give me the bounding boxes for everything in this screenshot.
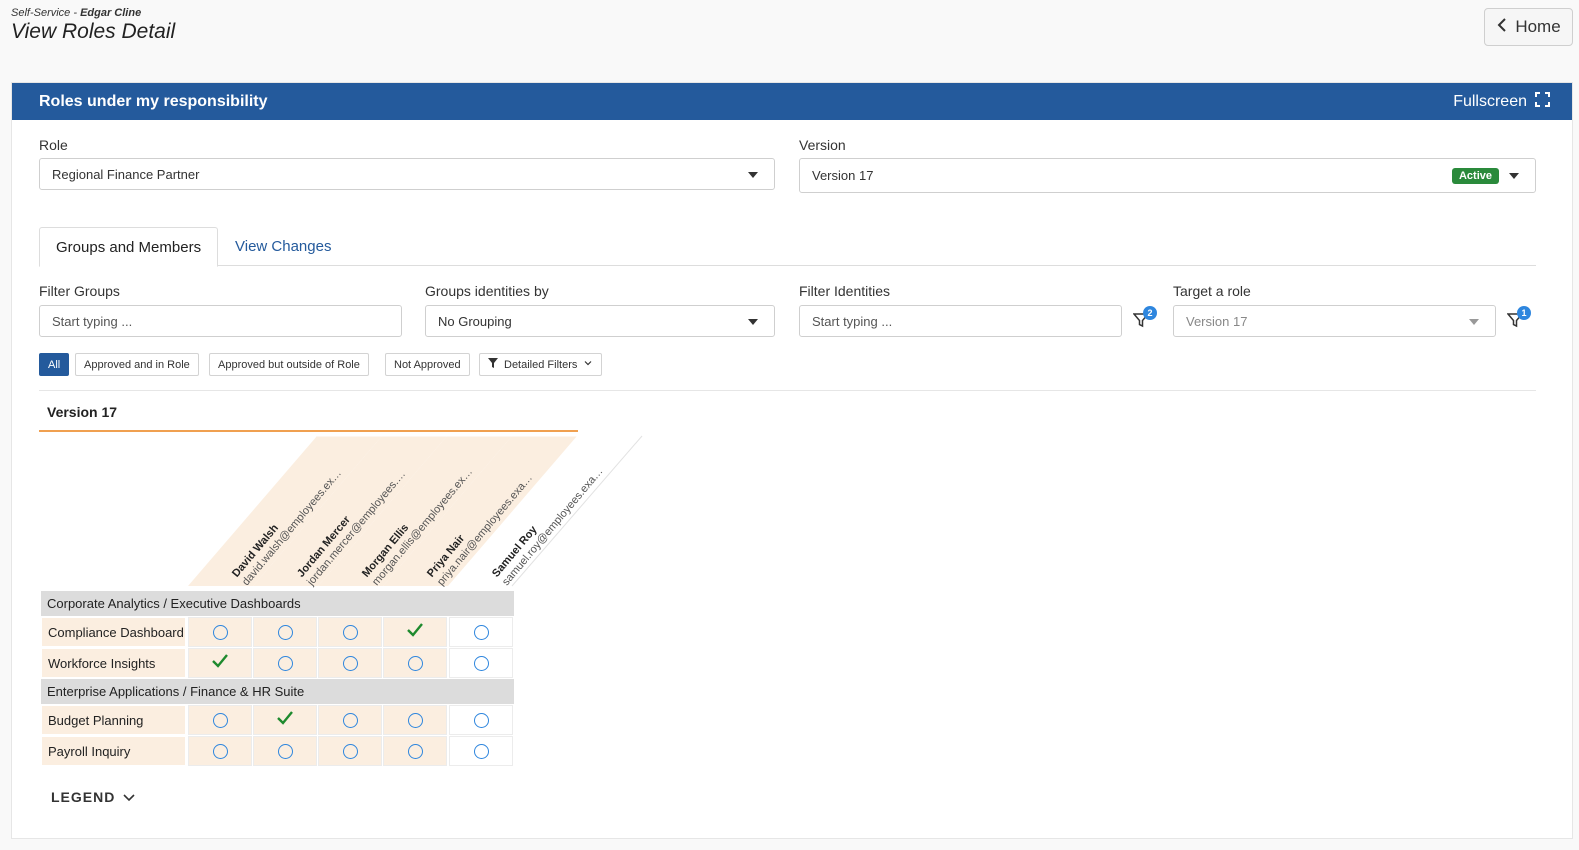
not-approved-cell[interactable] [449, 617, 513, 647]
circle-icon [473, 624, 489, 640]
top-bar: Self-Service - Edgar Cline View Roles De… [11, 7, 175, 44]
caret-down-icon [1509, 173, 1519, 179]
status-badge: Active [1451, 168, 1499, 184]
not-approved-cell[interactable] [318, 617, 382, 647]
home-button[interactable]: Home [1484, 8, 1573, 46]
entitlement-label: Budget Planning [41, 705, 186, 735]
entitlement-label: Compliance Dashboard [41, 617, 186, 647]
breadcrumb-prefix: Self-Service - [11, 7, 81, 19]
identity-filter-button[interactable]: 2 [1133, 306, 1157, 331]
target-role-select[interactable]: Version 17 [1173, 305, 1496, 337]
circle-icon [407, 655, 423, 671]
breadcrumb: Self-Service - Edgar Cline [11, 7, 175, 19]
group-row: Corporate Analytics / Executive Dashboar… [41, 591, 514, 616]
target-role-label: Target a role [1173, 283, 1251, 299]
fullscreen-button[interactable]: Fullscreen [1453, 91, 1550, 112]
circle-icon [342, 624, 358, 640]
circle-icon [407, 743, 423, 759]
filter-identities-input[interactable] [799, 305, 1122, 337]
home-button-label: Home [1515, 17, 1561, 36]
circle-icon [407, 712, 423, 728]
role-filter-button[interactable]: 1 [1507, 306, 1531, 331]
version-label: Version [799, 137, 846, 153]
chevron-left-icon [1496, 17, 1508, 37]
checkmark-icon [276, 710, 294, 731]
page-title: View Roles Detail [11, 20, 176, 43]
circle-icon [473, 655, 489, 671]
filter-count-badge: 2 [1143, 306, 1157, 320]
circle-icon [342, 743, 358, 759]
not-approved-cell[interactable] [383, 736, 447, 766]
checkmark-icon [211, 653, 229, 674]
approved-cell[interactable] [383, 617, 447, 647]
circle-icon [342, 655, 358, 671]
circle-icon [473, 743, 489, 759]
not-approved-cell[interactable] [318, 736, 382, 766]
circle-icon [473, 712, 489, 728]
circle-icon [212, 743, 228, 759]
fullscreen-label: Fullscreen [1453, 92, 1527, 110]
version-select-value: Version 17 [812, 168, 874, 183]
legend-label: LEGEND [51, 789, 116, 805]
target-role-value: Version 17 [1186, 313, 1248, 329]
filter-identities-label: Filter Identities [799, 283, 891, 299]
breadcrumb-user: Edgar Cline [80, 7, 142, 19]
circle-icon [277, 743, 293, 759]
group-row: Enterprise Applications / Finance & HR S… [41, 679, 514, 704]
circle-icon [212, 712, 228, 728]
not-approved-cell[interactable] [449, 736, 513, 766]
not-approved-cell[interactable] [253, 648, 317, 678]
roles-panel: Roles under my responsibility Fullscreen… [11, 82, 1573, 839]
not-approved-cell[interactable] [449, 705, 513, 735]
not-approved-cell[interactable] [253, 736, 317, 766]
not-approved-cell[interactable] [449, 648, 513, 678]
circle-icon [277, 655, 293, 671]
not-approved-cell[interactable] [383, 705, 447, 735]
chevron-down-icon [123, 789, 135, 805]
not-approved-cell[interactable] [253, 617, 317, 647]
circle-icon [212, 624, 228, 640]
version-select[interactable]: Version 17 Active [799, 158, 1536, 193]
not-approved-cell[interactable] [383, 648, 447, 678]
not-approved-cell[interactable] [318, 705, 382, 735]
caret-down-icon [748, 319, 758, 325]
checkmark-icon [406, 622, 424, 643]
approved-cell[interactable] [188, 648, 252, 678]
filter-count-badge: 1 [1517, 306, 1531, 320]
legend-toggle[interactable]: LEGEND [51, 789, 135, 805]
entitlement-label: Payroll Inquiry [41, 736, 186, 766]
not-approved-cell[interactable] [318, 648, 382, 678]
approved-cell[interactable] [253, 705, 317, 735]
expand-icon [1535, 91, 1550, 112]
circle-icon [277, 624, 293, 640]
caret-down-icon [748, 172, 758, 178]
circle-icon [342, 712, 358, 728]
not-approved-cell[interactable] [188, 617, 252, 647]
entitlement-label: Workforce Insights [41, 648, 186, 678]
not-approved-cell[interactable] [188, 736, 252, 766]
not-approved-cell[interactable] [188, 705, 252, 735]
caret-down-icon [1469, 319, 1479, 325]
